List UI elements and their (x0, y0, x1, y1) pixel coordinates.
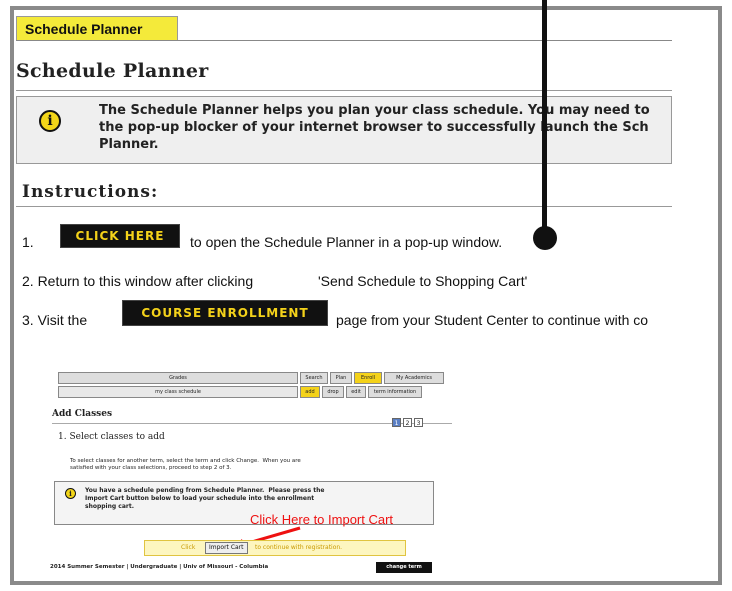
course-enrollment-button[interactable]: COURSE ENROLLMENT (122, 300, 328, 326)
embedded-nav: Grades Search Plan Enroll My Academics (58, 372, 444, 384)
step-dot-1: 1 (392, 418, 401, 427)
subnav-term-information[interactable]: term information (368, 386, 422, 398)
page-title: Schedule Planner (16, 60, 209, 82)
change-term-button[interactable]: change term (376, 562, 432, 573)
step-2-text: 2. Return to this window after clicking (22, 273, 254, 289)
notice-line-2: the pop-up blocker of your internet brow… (99, 120, 649, 135)
info-icon: i (39, 110, 61, 132)
pending-schedule-text: You have a schedule pending from Schedul… (85, 487, 325, 510)
continue-registration-text: to continue with registration. (255, 544, 343, 551)
step-indicator: 1 2 3 (392, 418, 423, 427)
pointer-line (542, 0, 547, 232)
subnav-drop[interactable]: drop (322, 386, 344, 398)
embedded-screenshot: Grades Search Plan Enroll My Academics m… (46, 362, 466, 577)
notice-line-1: The Schedule Planner helps you plan your… (99, 103, 650, 118)
step-1-text: to open the Schedule Planner in a pop-up… (190, 234, 503, 250)
info-icon: i (65, 488, 76, 499)
pointer-dot (533, 226, 557, 250)
embedded-subnav: my class schedule add drop edit term inf… (58, 386, 422, 398)
step-1-number: 1. (22, 234, 34, 250)
click-here-button[interactable]: CLICK HERE (60, 224, 180, 248)
import-cart-button[interactable]: Import Cart (205, 542, 248, 554)
notice-text: The Schedule Planner helps you plan your… (99, 102, 671, 153)
tab-divider (16, 40, 672, 41)
step-dot-3: 3 (414, 418, 423, 427)
subnav-my-class-schedule[interactable]: my class schedule (58, 386, 298, 398)
info-notice: i The Schedule Planner helps you plan yo… (16, 96, 672, 164)
nav-plan[interactable]: Plan (330, 372, 352, 384)
step-2-quote: 'Send Schedule to Shopping Cart' (318, 273, 528, 289)
nav-enroll[interactable]: Enroll (354, 372, 382, 384)
nav-my-academics[interactable]: My Academics (384, 372, 444, 384)
nav-grades[interactable]: Grades (58, 372, 298, 384)
instructions-heading: Instructions: (22, 182, 159, 202)
title-divider (16, 90, 672, 91)
instructions-divider (16, 206, 672, 207)
step-dot-2: 2 (403, 418, 412, 427)
notice-line-3: Planner. (99, 137, 159, 152)
tab-schedule-planner[interactable]: Schedule Planner (16, 16, 178, 40)
import-cart-bar: Click Import Cart to continue with regis… (144, 540, 406, 556)
select-classes-instructions: To select classes for another term, sele… (70, 458, 301, 471)
step-3-after-text: page from your Student Center to continu… (336, 312, 649, 328)
subnav-edit[interactable]: edit (346, 386, 366, 398)
select-classes-heading: 1. Select classes to add (58, 432, 165, 442)
nav-search[interactable]: Search (300, 372, 328, 384)
add-classes-heading: Add Classes (52, 409, 113, 419)
term-footer: 2014 Summer Semester | Undergraduate | U… (50, 564, 269, 570)
click-label: Click (181, 544, 196, 551)
step-3-text: 3. Visit the (22, 312, 88, 328)
click-here-import-annotation: Click Here to Import Cart (250, 512, 394, 527)
subnav-add[interactable]: add (300, 386, 320, 398)
